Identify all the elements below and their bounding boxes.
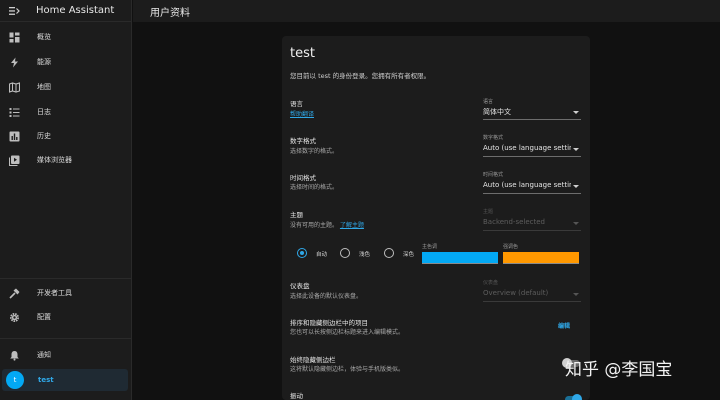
page-title: 用户资料 (150, 7, 190, 19)
sidebar-item-overview[interactable]: 概览 (0, 28, 132, 46)
play-box-icon (9, 155, 20, 166)
sidebar-item-profile[interactable]: t test (2, 369, 128, 391)
sidebar-item-settings[interactable]: 配置 (0, 308, 132, 326)
sidebar-item-label: 配置 (37, 313, 51, 321)
sidebar-item-developer-tools[interactable]: 开发者工具 (0, 284, 132, 302)
theme-select[interactable]: Backend-selected (483, 218, 579, 226)
number-format-select-underline (483, 156, 581, 157)
accent-color-picker[interactable] (503, 252, 579, 264)
theme-desc: 没有可用的主题。 了解主题 (290, 220, 364, 229)
number-format-select[interactable]: Auto (use language setting) (483, 144, 571, 152)
dashboard-select-underline (483, 301, 581, 302)
time-format-select-label: 时间格式 (483, 172, 504, 178)
avatar: t (6, 371, 24, 389)
toggle-thumb (572, 394, 582, 400)
sidebar-item-label: 能源 (37, 58, 51, 66)
dashboard-title: 仪表盘 (290, 282, 310, 290)
accent-color-label: 强调色 (503, 244, 519, 250)
sidebar: Home Assistant 概览 能源 地图 日志 历史 媒体浏览器 开发者工… (0, 0, 132, 400)
number-format-title: 数字格式 (290, 137, 316, 145)
gear-icon (10, 312, 19, 322)
sidebar-item-logbook[interactable]: 日志 (0, 103, 132, 121)
profile-card: test 您目前以 test 的身份登录。您拥有所有者权限。 语言 帮助翻译 语… (282, 36, 590, 400)
sidebar-divider (0, 338, 132, 339)
always-hide-sidebar-title: 始终隐藏侧边栏 (290, 356, 336, 364)
time-format-desc: 选择时间的格式。 (290, 184, 339, 191)
profile-subtitle: 您目前以 test 的身份登录。您拥有所有者权限。 (290, 72, 431, 80)
sidebar-order-title: 排序和隐藏侧边栏中的项目 (290, 319, 368, 327)
bell-icon (10, 350, 19, 361)
sidebar-item-label: 地图 (37, 83, 51, 91)
sidebar-item-label: 开发者工具 (37, 289, 72, 297)
sidebar-item-energy[interactable]: 能源 (0, 53, 132, 71)
chevron-down-icon (573, 293, 579, 296)
time-format-title: 时间格式 (290, 174, 316, 182)
sidebar-item-media-browser[interactable]: 媒体浏览器 (0, 151, 132, 169)
primary-color-picker[interactable] (422, 252, 498, 264)
time-format-select-underline (483, 193, 581, 194)
chart-icon (9, 131, 20, 141)
theme-select-underline (483, 230, 581, 231)
dashboard-select[interactable]: Overview (default) (483, 289, 579, 297)
dashboard-select-label: 仪表盘 (483, 280, 499, 286)
chevron-down-icon (573, 148, 579, 151)
app-title: Home Assistant (36, 5, 115, 16)
theme-mode-dark-radio[interactable] (384, 248, 394, 258)
language-select-label: 语言 (483, 99, 494, 105)
top-bar: 用户资料 (133, 0, 720, 22)
theme-mode-auto-radio[interactable] (297, 248, 307, 258)
chevron-down-icon (573, 111, 579, 114)
theme-select-label: 主题 (483, 209, 494, 215)
chevron-down-icon (573, 185, 579, 188)
lightning-icon (11, 57, 18, 67)
theme-mode-label: 深色 (403, 252, 415, 258)
number-format-select-label: 数字格式 (483, 135, 504, 141)
sidebar-user-name: test (38, 376, 54, 384)
sidebar-divider (0, 278, 132, 279)
theme-desc-text: 没有可用的主题。 (290, 222, 339, 229)
profile-name: test (290, 46, 315, 61)
sidebar-order-desc: 您也可以长按侧边栏标题来进入编辑模式。 (290, 329, 405, 336)
sidebar-item-notifications[interactable]: 通知 (0, 346, 132, 364)
list-icon (9, 107, 20, 117)
time-format-select[interactable]: Auto (use language setting) (483, 181, 571, 189)
hammer-icon (9, 288, 20, 299)
number-format-desc: 选择数字的格式。 (290, 148, 339, 155)
edit-sidebar-button[interactable]: 编辑 (558, 321, 570, 330)
language-select-underline (483, 119, 581, 120)
menu-open-icon[interactable] (8, 5, 20, 17)
sidebar-header: Home Assistant (0, 0, 131, 22)
sidebar-item-label: 概览 (37, 33, 51, 41)
theme-mode-label: 自动 (316, 252, 328, 258)
map-icon (9, 81, 20, 93)
sidebar-item-label: 日志 (37, 108, 51, 116)
chevron-down-icon (573, 222, 579, 225)
vibrate-title: 振动 (290, 392, 303, 400)
learn-themes-link[interactable]: 了解主题 (340, 222, 364, 229)
sidebar-item-label: 通知 (37, 351, 51, 359)
language-select[interactable]: 简体中文 (483, 107, 579, 117)
sidebar-item-history[interactable]: 历史 (0, 127, 132, 145)
sidebar-item-label: 历史 (37, 132, 51, 140)
sidebar-item-label: 媒体浏览器 (37, 156, 72, 164)
watermark-text: 知乎 @李国宝 (565, 360, 673, 380)
theme-mode-label: 浅色 (359, 252, 371, 258)
theme-mode-light-radio[interactable] (340, 248, 350, 258)
sidebar-item-map[interactable]: 地图 (0, 78, 132, 96)
language-title: 语言 (290, 100, 303, 108)
always-hide-sidebar-desc: 这将默认隐藏侧边栏，体验与手机版类似。 (290, 366, 405, 373)
dashboard-desc: 选择此设备的默认仪表盘。 (290, 293, 363, 300)
help-translate-link[interactable]: 帮助翻译 (290, 109, 314, 118)
theme-title: 主题 (290, 211, 303, 219)
primary-color-label: 主色调 (422, 244, 438, 250)
dashboard-icon (9, 32, 20, 42)
